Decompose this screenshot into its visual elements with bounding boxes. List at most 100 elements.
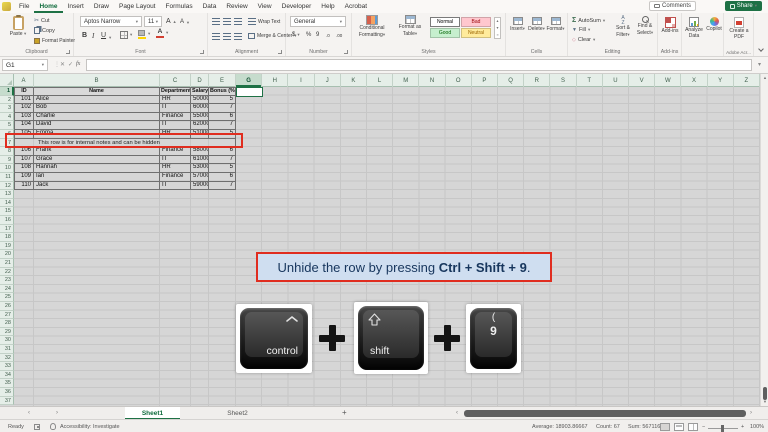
- cell-A12[interactable]: 110: [14, 182, 34, 191]
- vertical-scrollbar[interactable]: ▲ ▼: [760, 74, 768, 406]
- align-bottom-icon[interactable]: [234, 18, 242, 26]
- row-header-33[interactable]: 33: [0, 362, 14, 371]
- row-header-29[interactable]: 29: [0, 328, 14, 337]
- col-header-T[interactable]: T: [577, 74, 603, 87]
- row-header-31[interactable]: 31: [0, 345, 14, 354]
- row-header-11[interactable]: 11: [0, 173, 14, 182]
- row-header-20[interactable]: 20: [0, 250, 14, 259]
- col-header-O[interactable]: O: [446, 74, 472, 87]
- collapse-ribbon-icon[interactable]: [758, 46, 764, 52]
- copilot-button[interactable]: Copilot: [705, 17, 723, 33]
- row-header-1[interactable]: 1: [0, 87, 14, 96]
- col-header-J[interactable]: J: [315, 74, 341, 87]
- hscroll-right-icon[interactable]: ›: [750, 410, 752, 416]
- col-header-S[interactable]: S: [550, 74, 576, 87]
- row-header-10[interactable]: 10: [0, 164, 14, 173]
- page-layout-view-icon[interactable]: [674, 423, 684, 431]
- col-header-I[interactable]: I: [288, 74, 314, 87]
- cell-E9[interactable]: 7: [209, 156, 236, 165]
- cell-C3[interactable]: IT: [160, 104, 191, 113]
- zoom-out-icon[interactable]: −: [702, 424, 705, 430]
- style-chip-neutral[interactable]: Neutral: [461, 28, 491, 38]
- col-header-M[interactable]: M: [393, 74, 419, 87]
- cell-A3[interactable]: 102: [14, 104, 34, 113]
- ribbon-tab-acrobat[interactable]: Acrobat: [340, 0, 372, 13]
- cell-B5[interactable]: David: [34, 121, 160, 130]
- addins-button[interactable]: Add-ins: [660, 17, 680, 35]
- row-header-12[interactable]: 12: [0, 182, 14, 191]
- cell-D2[interactable]: 50000: [191, 96, 209, 105]
- cell-D10[interactable]: 53000: [191, 164, 209, 173]
- style-chip-normal[interactable]: Normal: [430, 17, 460, 27]
- col-header-N[interactable]: N: [419, 74, 445, 87]
- hscroll-left-icon[interactable]: ‹: [456, 410, 458, 416]
- align-center-icon[interactable]: [223, 33, 231, 41]
- row-header-28[interactable]: 28: [0, 319, 14, 328]
- ribbon-tab-help[interactable]: Help: [316, 0, 339, 13]
- col-header-B[interactable]: B: [34, 74, 160, 87]
- selected-cell-G1[interactable]: [236, 87, 263, 97]
- ribbon-tab-data[interactable]: Data: [198, 0, 222, 13]
- cancel-icon[interactable]: ✕: [60, 61, 65, 68]
- row-header-23[interactable]: 23: [0, 276, 14, 285]
- accessibility-status[interactable]: Accessibility: Investigate: [60, 424, 120, 430]
- font-name-select[interactable]: Aptos Narrow▾: [80, 16, 142, 27]
- row-header-18[interactable]: 18: [0, 233, 14, 242]
- cell-A1[interactable]: ID: [14, 87, 34, 96]
- cell-B8[interactable]: Frank: [34, 147, 160, 156]
- zoom-in-icon[interactable]: +: [741, 424, 744, 430]
- ribbon-tab-page-layout[interactable]: Page Layout: [114, 0, 161, 13]
- comments-button[interactable]: Comments: [649, 1, 696, 11]
- percent-button[interactable]: %: [306, 32, 311, 38]
- format-as-table-button[interactable]: Format as Table▾: [392, 15, 428, 37]
- cell-B3[interactable]: Bob: [34, 104, 160, 113]
- shrink-font-button[interactable]: A▼: [180, 19, 190, 25]
- scroll-down-icon[interactable]: ▼: [761, 399, 768, 405]
- row-header-35[interactable]: 35: [0, 379, 14, 388]
- insert-cells-button[interactable]: Insert▾: [508, 17, 527, 33]
- increase-decimal-button[interactable]: .0: [326, 33, 330, 38]
- cell-B2[interactable]: Alice: [34, 96, 160, 105]
- row-header-4[interactable]: 4: [0, 113, 14, 122]
- cell-C12[interactable]: IT: [160, 182, 191, 191]
- cell-B11[interactable]: Ian: [34, 173, 160, 182]
- cell-C4[interactable]: Finance: [160, 113, 191, 122]
- row-header-21[interactable]: 21: [0, 259, 14, 268]
- cell-D11[interactable]: 57000: [191, 173, 209, 182]
- cell-E3[interactable]: 7: [209, 104, 236, 113]
- italic-button[interactable]: I: [92, 32, 94, 40]
- col-header-Z[interactable]: Z: [734, 74, 760, 87]
- row-header-9[interactable]: 9: [0, 156, 14, 165]
- style-chip-bad[interactable]: Bad: [461, 17, 491, 27]
- col-header-U[interactable]: U: [603, 74, 629, 87]
- col-header-X[interactable]: X: [681, 74, 707, 87]
- row-header-26[interactable]: 26: [0, 302, 14, 311]
- cell-A2[interactable]: 101: [14, 96, 34, 105]
- row-header-5[interactable]: 5: [0, 121, 14, 130]
- cell-C9[interactable]: IT: [160, 156, 191, 165]
- row-header-36[interactable]: 36: [0, 388, 14, 397]
- decrease-decimal-button[interactable]: .00: [336, 33, 342, 38]
- cell-E11[interactable]: 6: [209, 173, 236, 182]
- col-header-Q[interactable]: Q: [498, 74, 524, 87]
- fill-button[interactable]: ▼Fill▾: [572, 27, 590, 33]
- cell-C1[interactable]: Department: [160, 87, 191, 96]
- paste-button[interactable]: Paste ▾: [6, 16, 30, 38]
- cell-C10[interactable]: HR: [160, 164, 191, 173]
- cell-A4[interactable]: 103: [14, 113, 34, 122]
- col-header-G[interactable]: G: [236, 74, 262, 87]
- align-left-icon[interactable]: [212, 33, 220, 41]
- zoom-level[interactable]: 100%: [750, 424, 764, 430]
- cell-A9[interactable]: 107: [14, 156, 34, 165]
- cell-A8[interactable]: 106: [14, 147, 34, 156]
- cell-E4[interactable]: 6: [209, 113, 236, 122]
- col-header-K[interactable]: K: [341, 74, 367, 87]
- row-header-13[interactable]: 13: [0, 190, 14, 199]
- horizontal-scrollbar-thumb[interactable]: [464, 410, 746, 417]
- ribbon-tab-review[interactable]: Review: [221, 0, 252, 13]
- bold-button[interactable]: B: [82, 32, 87, 39]
- grow-font-button[interactable]: A▲: [166, 18, 177, 25]
- name-box[interactable]: G1▾: [2, 59, 48, 71]
- row-header-2[interactable]: 2: [0, 96, 14, 105]
- cell-B1[interactable]: Name: [34, 87, 160, 96]
